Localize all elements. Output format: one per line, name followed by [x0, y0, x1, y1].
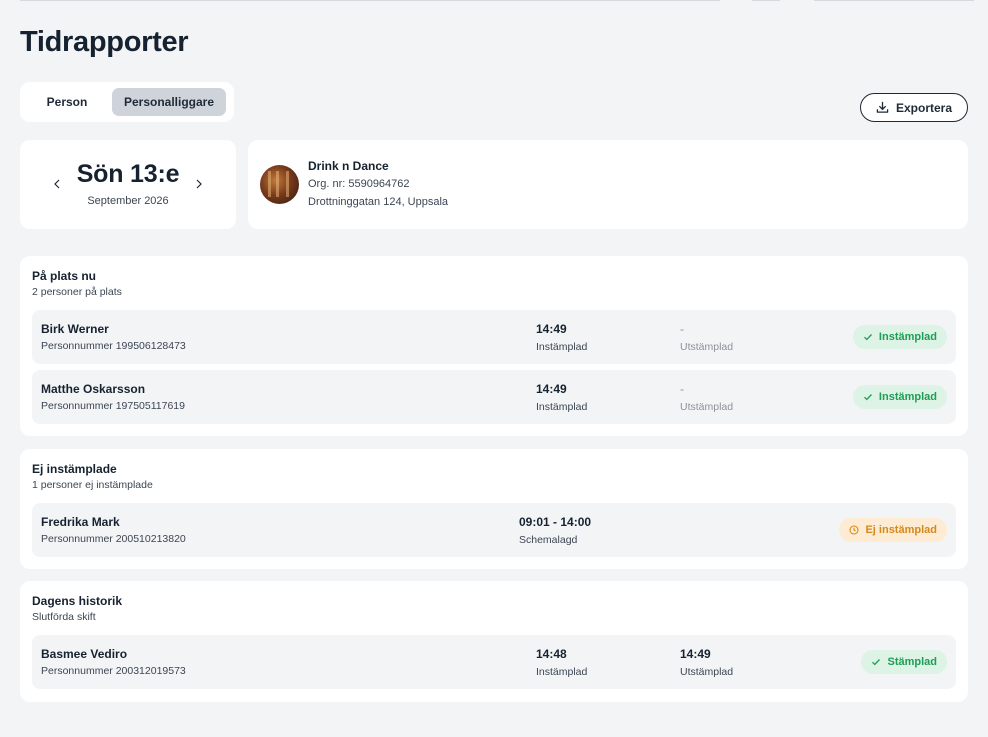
section-not-clocked-in: Ej instämplade 1 personer ej instämplade…: [20, 449, 968, 569]
status-label: Stämplad: [887, 656, 937, 668]
chevron-right-icon: [196, 179, 202, 189]
company-org-number: Org. nr: 5590964762: [308, 178, 410, 190]
date-month: September 2026: [87, 195, 169, 207]
top-divider: [20, 0, 720, 1]
check-icon: [872, 659, 881, 666]
date-picker: Sön 13:e September 2026: [20, 140, 236, 229]
status-badge: Ej instämplad: [839, 518, 947, 542]
section-subtitle: 2 personer på plats: [32, 286, 122, 298]
person-number: Personnummer 200312019573: [41, 665, 186, 677]
status-label: Ej instämplad: [865, 524, 937, 536]
clock-in-time: 14:48: [536, 647, 567, 661]
status-badge: Stämplad: [861, 650, 947, 674]
clock-in: 14:48 Instämplad: [536, 647, 587, 678]
status-badge: Instämplad: [852, 385, 947, 409]
table-row[interactable]: Birk Werner Personnummer 199506128473 14…: [32, 310, 956, 364]
person-number: Personnummer 199506128473: [41, 340, 186, 352]
section-on-site: På plats nu 2 personer på plats Birk Wer…: [20, 256, 968, 436]
clock-in-time: 14:49: [536, 322, 567, 336]
person-number: Personnummer 200510213820: [41, 533, 186, 545]
clock-out-label: Utstämplad: [680, 666, 734, 678]
next-day-button[interactable]: [192, 174, 206, 194]
company-name: Drink n Dance: [308, 159, 389, 173]
clock-out-time: -: [680, 382, 684, 396]
clock-out-time: -: [680, 322, 684, 336]
schedule-label: Schemalagd: [519, 534, 578, 546]
table-row[interactable]: Basmee Vediro Personnummer 200312019573 …: [32, 635, 956, 689]
company-address: Drottninggatan 124, Uppsala: [308, 196, 449, 208]
person-name: Matthe Oskarsson: [41, 382, 146, 396]
clock-out-label: Utstämplad: [680, 341, 734, 353]
tab-personalliggare[interactable]: Personalliggare: [112, 88, 226, 116]
section-subtitle: 1 personer ej instämplade: [32, 479, 153, 491]
clock-in-label: Instämplad: [536, 341, 588, 353]
clock-in-label: Instämplad: [536, 666, 588, 678]
clock-icon: [849, 525, 860, 535]
person-name: Fredrika Mark: [41, 515, 120, 529]
clock-in: 14:49 Instämplad: [536, 382, 587, 413]
person-name: Basmee Vediro: [41, 647, 128, 661]
top-divider: [752, 0, 780, 1]
section-title: Ej instämplade: [32, 462, 117, 476]
schedule: 09:01 - 14:00 Schemalagd: [519, 515, 591, 546]
top-divider: [814, 0, 974, 1]
status-badge: Instämplad: [852, 325, 947, 349]
clock-out-time: 14:49: [680, 647, 711, 661]
export-label: Exportera: [895, 100, 953, 115]
person-name: Birk Werner: [41, 322, 109, 336]
table-row[interactable]: Matthe Oskarsson Personnummer 1975051176…: [32, 370, 956, 424]
page-title: Tidrapporter: [20, 26, 189, 58]
status-label: Instämplad: [878, 331, 937, 343]
clock-in-time: 14:49: [536, 382, 567, 396]
download-icon: [876, 101, 889, 113]
section-history: Dagens historik Slutförda skift Basmee V…: [20, 581, 968, 702]
section-title: Dagens historik: [32, 594, 123, 608]
clock-out: 14:49 Utstämplad: [680, 647, 733, 678]
clock-in-label: Instämplad: [536, 401, 588, 413]
view-tabs: Person Personalliggare: [20, 82, 234, 122]
export-button[interactable]: Exportera: [860, 93, 968, 122]
clock-out: - Utstämplad: [680, 322, 733, 353]
company-avatar: [260, 165, 299, 204]
tab-person[interactable]: Person: [26, 88, 108, 116]
clock-out: - Utstämplad: [680, 382, 733, 413]
check-icon: [863, 394, 872, 401]
status-label: Instämplad: [878, 391, 937, 403]
company-card: Drink n Dance Org. nr: 5590964762 Drottn…: [248, 140, 968, 229]
table-row[interactable]: Fredrika Mark Personnummer 200510213820 …: [32, 503, 956, 557]
section-subtitle: Slutförda skift: [32, 611, 96, 623]
section-title: På plats nu: [32, 269, 97, 283]
clock-out-label: Utstämplad: [680, 401, 734, 413]
check-icon: [863, 334, 872, 341]
person-number: Personnummer 197505117619: [41, 400, 185, 412]
clock-in: 14:49 Instämplad: [536, 322, 587, 353]
schedule-time: 09:01 - 14:00: [519, 515, 592, 529]
